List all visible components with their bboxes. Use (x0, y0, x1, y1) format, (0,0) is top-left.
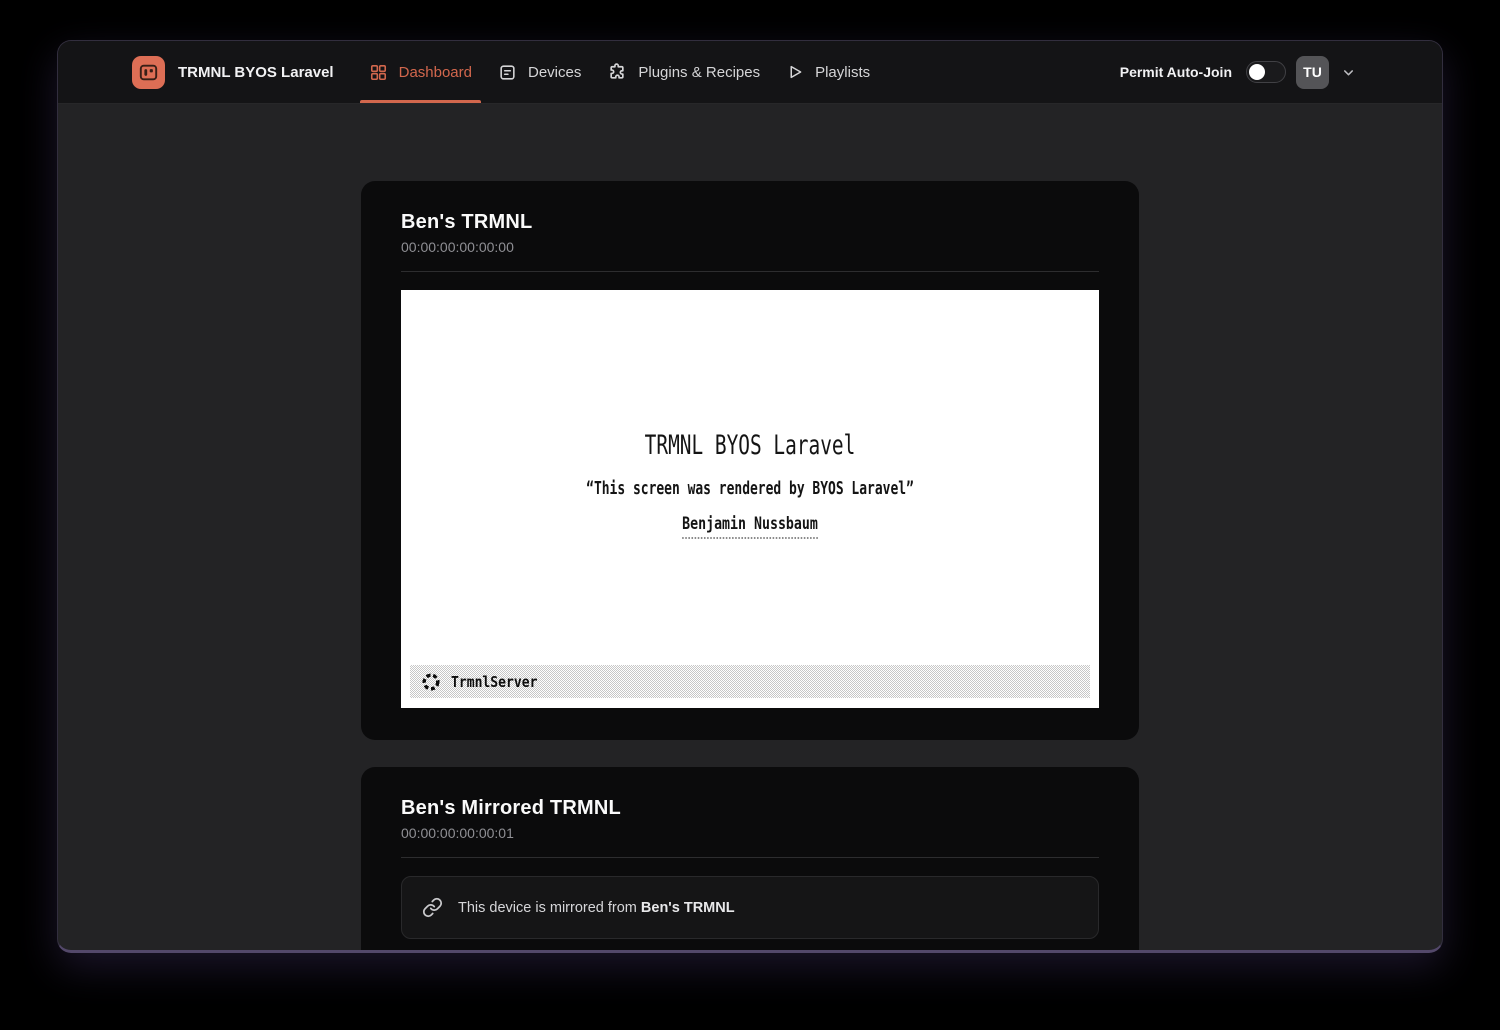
tab-label: Playlists (815, 64, 870, 81)
mirror-source-name: Ben's TRMNL (641, 900, 735, 916)
screen-title: TRMNL BYOS Laravel (499, 430, 1002, 461)
tab-plugins-recipes[interactable]: Plugins & Recipes (594, 41, 773, 103)
puzzle-icon (607, 62, 627, 82)
screen-status-label: TrmnlServer (451, 673, 537, 691)
device-screen-preview: TRMNL BYOS Laravel “This screen was rend… (401, 290, 1099, 708)
screen-quote: “This screen was rendered by BYOS Larave… (499, 478, 1002, 499)
link-icon (422, 897, 443, 918)
chevron-down-icon[interactable] (1341, 65, 1356, 80)
divider (401, 271, 1099, 272)
tab-playlists[interactable]: Playlists (773, 41, 883, 103)
device-name: Ben's Mirrored TRMNL (401, 795, 1099, 821)
dashboard-content: Ben's TRMNL 00:00:00:00:00:00 TRMNL BYOS… (58, 104, 1442, 953)
permit-auto-join-label: Permit Auto-Join (1120, 64, 1232, 80)
device-card-bens-trmnl: Ben's TRMNL 00:00:00:00:00:00 TRMNL BYOS… (361, 181, 1139, 740)
navbar-right: Permit Auto-Join TU (1120, 41, 1356, 103)
screen-author-row: Benjamin Nussbaum (478, 514, 1022, 539)
toggle-knob (1249, 64, 1265, 80)
permit-auto-join-toggle[interactable] (1246, 61, 1286, 83)
device-name: Ben's TRMNL (401, 209, 1099, 235)
desktop-background: TRMNL BYOS Laravel Dashboard (0, 0, 1500, 1030)
device-list-icon (498, 63, 517, 82)
screen-status-bar: TrmnlServer (410, 665, 1090, 698)
mirrored-device-text: This device is mirrored from Ben's TRMNL (458, 900, 735, 916)
main-nav-tabs: Dashboard Devices Pl (356, 41, 884, 103)
device-mac-address: 00:00:00:00:00:01 (401, 824, 1099, 843)
device-card-bens-mirrored-trmnl: Ben's Mirrored TRMNL 00:00:00:00:00:01 T… (361, 767, 1139, 953)
divider (401, 857, 1099, 858)
tab-label: Plugins & Recipes (638, 64, 760, 81)
device-mac-address: 00:00:00:00:00:00 (401, 238, 1099, 257)
mirrored-device-notice: This device is mirrored from Ben's TRMNL (401, 876, 1099, 939)
trmnl-logo-icon[interactable] (132, 56, 165, 89)
app-window: TRMNL BYOS Laravel Dashboard (57, 40, 1443, 953)
screen-author-link: Benjamin Nussbaum (682, 514, 818, 539)
play-icon (786, 63, 804, 81)
top-navbar: TRMNL BYOS Laravel Dashboard (58, 41, 1442, 104)
tab-dashboard[interactable]: Dashboard (356, 41, 485, 103)
tab-devices[interactable]: Devices (485, 41, 594, 103)
mirror-note-prefix: This device is mirrored from (458, 900, 641, 916)
spinner-icon (421, 672, 441, 692)
device-logo-glyph (138, 62, 159, 83)
avatar[interactable]: TU (1296, 56, 1329, 89)
tab-label: Devices (528, 64, 581, 81)
grid-icon (369, 63, 388, 82)
tab-label: Dashboard (399, 64, 472, 81)
navbar-left: TRMNL BYOS Laravel Dashboard (132, 41, 883, 103)
brand-title: TRMNL BYOS Laravel (178, 64, 334, 81)
